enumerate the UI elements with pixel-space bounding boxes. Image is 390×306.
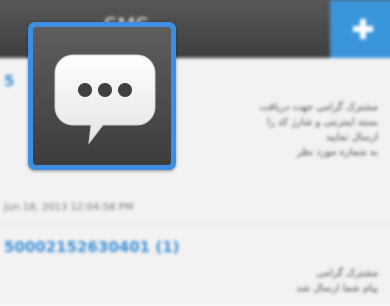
divider: [0, 224, 390, 225]
add-button[interactable]: [330, 0, 390, 58]
thread-date: Jun 18, 2013 12:04:58 PM: [4, 202, 134, 213]
chat-bubble-ellipsis-icon: [54, 54, 156, 145]
app-icon-overlay: [28, 22, 176, 170]
thread-number: 5: [4, 72, 15, 90]
app-icon-tile: [33, 27, 171, 165]
thread-preview: مشترک گرامی پیام شما ارسال شد: [296, 268, 378, 294]
thread-preview: مشترک گرامی جهت دریافت بسته اینترنتی و ش…: [259, 102, 378, 158]
thread-number: 500021526304​01 (1): [4, 238, 180, 256]
